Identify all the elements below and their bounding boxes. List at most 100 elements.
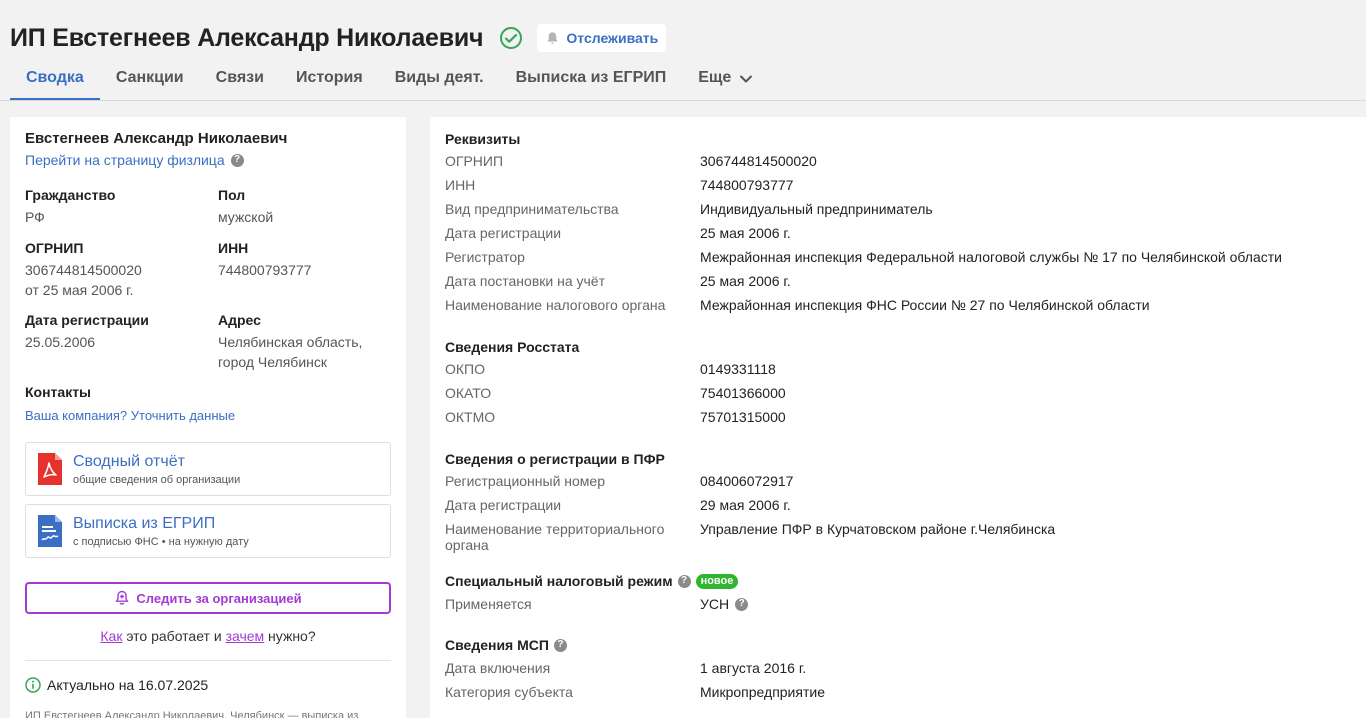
sex-field: Пол мужской xyxy=(218,187,273,227)
page-header: ИП Евстегнеев Александр Николаевич Отсле… xyxy=(0,0,1366,101)
tab-label: История xyxy=(295,69,363,86)
info-icon xyxy=(25,677,41,693)
section-title-rosstat: Сведения Росстата xyxy=(445,339,579,355)
detail-value: УСН xyxy=(700,596,730,612)
detail-value: Микропредприятие xyxy=(700,684,825,700)
detail-value: 744800793777 xyxy=(700,177,794,193)
actuality-text: Актуально на 16.07.2025 xyxy=(47,677,209,693)
summary-card: Евстегнеев Александр Николаевич Перейти … xyxy=(10,117,406,718)
tab-history[interactable]: История xyxy=(280,60,379,101)
ogrnip-field: ОГРНИП 306744814500020 от 25 мая 2006 г. xyxy=(25,240,142,300)
field-value: РФ xyxy=(25,209,45,225)
tab-bar: Сводка Санкции Связи История Виды деят. … xyxy=(10,60,769,101)
detail-value: 25 мая 2006 г. xyxy=(700,225,791,241)
detail-key: Применяется xyxy=(445,596,532,612)
section-title-requisites: Реквизиты xyxy=(445,131,520,147)
why-link[interactable]: зачем xyxy=(226,628,265,644)
detail-key: Дата регистрации xyxy=(445,497,562,513)
detail-key: ОКПО xyxy=(445,361,485,377)
doc-title: Сводный отчёт xyxy=(73,452,185,470)
tab-label: Еще xyxy=(698,69,732,86)
section-title-text: Сведения МСП xyxy=(445,637,549,653)
field-label: Адрес xyxy=(218,312,261,328)
help-icon[interactable]: ? xyxy=(677,574,691,588)
tab-label: Виды деят. xyxy=(394,69,484,86)
detail-value: 0149331118 xyxy=(700,361,776,377)
detail-value: 25 мая 2006 г. xyxy=(700,273,791,289)
detail-key: ОКТМО xyxy=(445,409,496,425)
section-title-pfr: Сведения о регистрации в ПФР xyxy=(445,451,665,467)
field-value: 744800793777 xyxy=(218,262,312,278)
tab-label: Выписка из ЕГРИП xyxy=(515,69,667,86)
actuality-note: Актуально на 16.07.2025 xyxy=(25,677,208,693)
detail-key: Вид предпринимательства xyxy=(445,201,619,217)
detail-key: Дата постановки на учёт xyxy=(445,273,605,289)
person-page-link-label: Перейти на страницу физлица xyxy=(25,152,225,168)
section-title-text: Специальный налоговый режим xyxy=(445,573,673,589)
detail-value: 306744814500020 xyxy=(700,153,817,169)
tab-more[interactable]: Еще xyxy=(682,60,769,101)
how-text-end: нужно? xyxy=(264,628,316,644)
pdf-icon xyxy=(38,453,62,485)
header-divider xyxy=(0,100,1366,101)
citizenship-field: Гражданство РФ xyxy=(25,187,115,227)
tab-egrip-extract[interactable]: Выписка из ЕГРИП xyxy=(500,60,683,101)
verified-check-icon xyxy=(499,26,523,50)
section-title-text: Реквизиты xyxy=(445,131,521,147)
how-link[interactable]: Как xyxy=(100,628,122,644)
how-text: это работает и xyxy=(122,628,226,644)
detail-key: Наименование территориального органа xyxy=(445,521,665,553)
field-value: 25.05.2006 xyxy=(25,334,96,350)
summary-report-button[interactable]: Сводный отчёт общие сведения об организа… xyxy=(25,442,391,496)
field-label: Гражданство xyxy=(25,187,116,203)
detail-key: ИНН xyxy=(445,177,476,193)
chevron-down-icon xyxy=(739,72,753,86)
new-badge: новое xyxy=(695,573,739,589)
help-icon[interactable]: ? xyxy=(230,153,244,167)
tab-connections[interactable]: Связи xyxy=(200,60,280,101)
egrip-extract-button[interactable]: Выписка из ЕГРИП с подписью ФНС • на нуж… xyxy=(25,504,391,558)
section-title-text: Сведения Росстата xyxy=(445,339,580,355)
detail-key: Дата включения xyxy=(445,660,551,676)
detail-key: Регистратор xyxy=(445,249,525,265)
tab-summary[interactable]: Сводка xyxy=(10,60,100,101)
title-row: ИП Евстегнеев Александр Николаевич Отсле… xyxy=(10,22,667,54)
section-title-tax: Специальный налоговый режим ? новое xyxy=(445,573,739,589)
detail-value: 75401366000 xyxy=(700,385,786,401)
help-icon[interactable]: ? xyxy=(735,597,749,611)
detail-key: Наименование налогового органа xyxy=(445,297,666,313)
inn-field: ИНН 744800793777 xyxy=(218,240,311,280)
detail-key: Регистрационный номер xyxy=(445,473,605,489)
detail-key: ОКАТО xyxy=(445,385,492,401)
doc-subtitle: с подписью ФНС • на нужную дату xyxy=(73,535,249,548)
field-value: от 25 мая 2006 г. xyxy=(25,282,134,298)
follow-organization-button[interactable]: Следить за организацией xyxy=(25,582,391,614)
tab-activities[interactable]: Виды деят. xyxy=(379,60,500,101)
detail-value: 75701315000 xyxy=(700,409,786,425)
person-page-link[interactable]: Перейти на страницу физлица ? xyxy=(25,152,244,168)
tab-sanctions[interactable]: Санкции xyxy=(100,60,200,101)
track-button[interactable]: Отслеживать xyxy=(537,24,667,52)
detail-value: 29 мая 2006 г. xyxy=(700,497,791,513)
signed-document-icon xyxy=(38,515,62,547)
help-icon[interactable]: ? xyxy=(553,638,567,652)
tab-label: Санкции xyxy=(115,69,184,86)
footnote-text: ИП Евстегнеев Александр Николаевич, Челя… xyxy=(25,710,359,718)
detail-value: Управление ПФР в Курчатовском районе г.Ч… xyxy=(700,521,1056,537)
doc-subtitle: общие сведения об организации xyxy=(73,473,241,486)
field-value: город Челябинск xyxy=(218,354,328,370)
tab-label: Сводка xyxy=(26,69,84,86)
bell-icon xyxy=(545,31,560,46)
section-title-msp: Сведения МСП ? xyxy=(445,637,567,653)
field-label: ОГРНИП xyxy=(25,240,84,256)
track-button-label: Отслеживать xyxy=(566,30,659,46)
update-contacts-link[interactable]: Ваша компания? Уточнить данные xyxy=(25,408,235,423)
tab-label: Связи xyxy=(215,69,264,86)
field-value: Челябинская область, xyxy=(218,334,363,350)
follow-button-label: Следить за организацией xyxy=(136,590,302,606)
person-name: Евстегнеев Александр Николаевич xyxy=(25,130,288,147)
detail-value: Межрайонная инспекция Федеральной налого… xyxy=(700,249,1282,265)
contacts-label: Контакты xyxy=(25,384,92,400)
detail-value: 084006072917 xyxy=(700,473,794,489)
card-divider xyxy=(25,660,391,661)
